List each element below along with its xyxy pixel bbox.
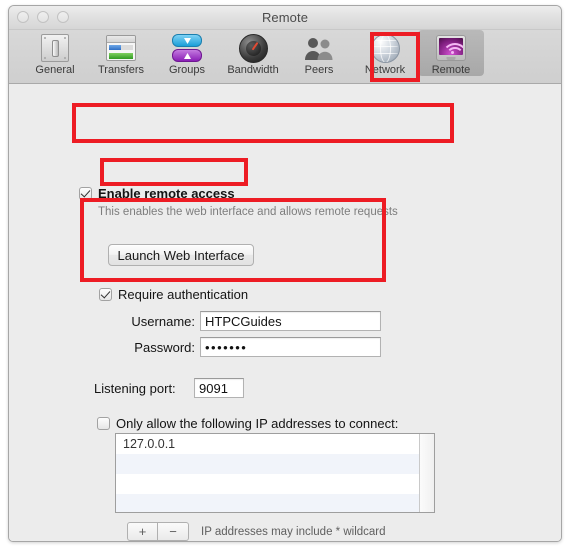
ip-address-list[interactable]: 127.0.0.1 — [115, 433, 435, 513]
add-ip-button[interactable]: + — [127, 522, 158, 541]
listening-port-label: Listening port: — [94, 381, 176, 396]
username-input[interactable]: HTPCGuides — [200, 311, 381, 331]
ip-list-controls: + − — [127, 522, 189, 541]
preferences-toolbar: General Transfers Groups Bandwidth Peers… — [9, 30, 561, 84]
remove-ip-label: − — [169, 524, 177, 539]
toolbar-label-bandwidth: Bandwidth — [227, 64, 279, 76]
ip-list-item-empty — [116, 474, 420, 494]
remove-ip-button[interactable]: − — [158, 522, 189, 541]
ip-wildcard-hint: IP addresses may include * wildcard — [201, 526, 386, 538]
remote-settings-pane: Enable remote access This enables the we… — [9, 84, 561, 541]
toolbar-label-remote: Remote — [431, 64, 471, 76]
toolbar-label-groups: Groups — [168, 64, 206, 76]
toolbar-item-bandwidth[interactable]: Bandwidth — [220, 30, 286, 76]
toolbar-label-network: Network — [364, 64, 406, 76]
window-titlebar: Remote — [9, 6, 561, 30]
toolbar-item-transfers[interactable]: Transfers — [88, 30, 154, 76]
launch-web-interface-button[interactable]: Launch Web Interface — [108, 244, 254, 266]
listening-port-input[interactable]: 9091 — [194, 378, 244, 398]
peers-icon — [286, 33, 352, 63]
ip-filter-row[interactable]: Only allow the following IP addresses to… — [97, 416, 398, 431]
toolbar-label-transfers: Transfers — [97, 64, 145, 76]
username-value: HTPCGuides — [205, 313, 282, 329]
enable-remote-access-checkbox[interactable] — [79, 187, 92, 200]
transfers-icon — [88, 33, 154, 63]
enable-remote-access-description: This enables the web interface and allow… — [98, 206, 398, 218]
window-title: Remote — [261, 10, 309, 25]
ip-list-item-empty — [116, 454, 420, 474]
toolbar-item-peers[interactable]: Peers — [286, 30, 352, 76]
launch-web-interface-label: Launch Web Interface — [117, 247, 245, 263]
ip-filter-checkbox[interactable] — [97, 417, 110, 430]
password-input[interactable]: ••••••• — [200, 337, 381, 357]
preferences-window: Remote General Transfers Groups Bandwidt… — [8, 5, 562, 542]
toolbar-label-general: General — [35, 64, 75, 76]
enable-remote-access-row[interactable]: Enable remote access — [79, 186, 235, 201]
ip-list-item[interactable]: 127.0.0.1 — [116, 434, 420, 454]
toolbar-item-remote[interactable]: Remote — [418, 30, 484, 76]
toolbar-label-peers: Peers — [304, 64, 334, 76]
toolbar-item-network[interactable]: Network — [352, 30, 418, 76]
require-authentication-label: Require authentication — [118, 287, 249, 302]
username-label: Username: — [131, 314, 195, 329]
bandwidth-icon — [220, 33, 286, 63]
toolbar-item-general[interactable]: General — [22, 30, 88, 76]
groups-icon — [154, 33, 220, 63]
ip-list-item-empty — [116, 494, 420, 512]
password-value: ••••••• — [205, 339, 248, 355]
ip-address-rows: 127.0.0.1 — [116, 434, 420, 512]
remote-icon — [418, 33, 484, 63]
ip-filter-label: Only allow the following IP addresses to… — [116, 416, 399, 431]
general-icon — [22, 33, 88, 63]
network-icon — [352, 33, 418, 63]
toolbar-item-groups[interactable]: Groups — [154, 30, 220, 76]
add-ip-label: + — [138, 524, 147, 539]
ip-list-scrollbar[interactable] — [419, 434, 434, 512]
listening-port-value: 9091 — [199, 380, 228, 396]
password-label: Password: — [134, 340, 195, 355]
require-authentication-checkbox[interactable] — [99, 288, 112, 301]
enable-remote-access-label: Enable remote access — [98, 186, 235, 201]
require-authentication-row[interactable]: Require authentication — [99, 287, 248, 302]
